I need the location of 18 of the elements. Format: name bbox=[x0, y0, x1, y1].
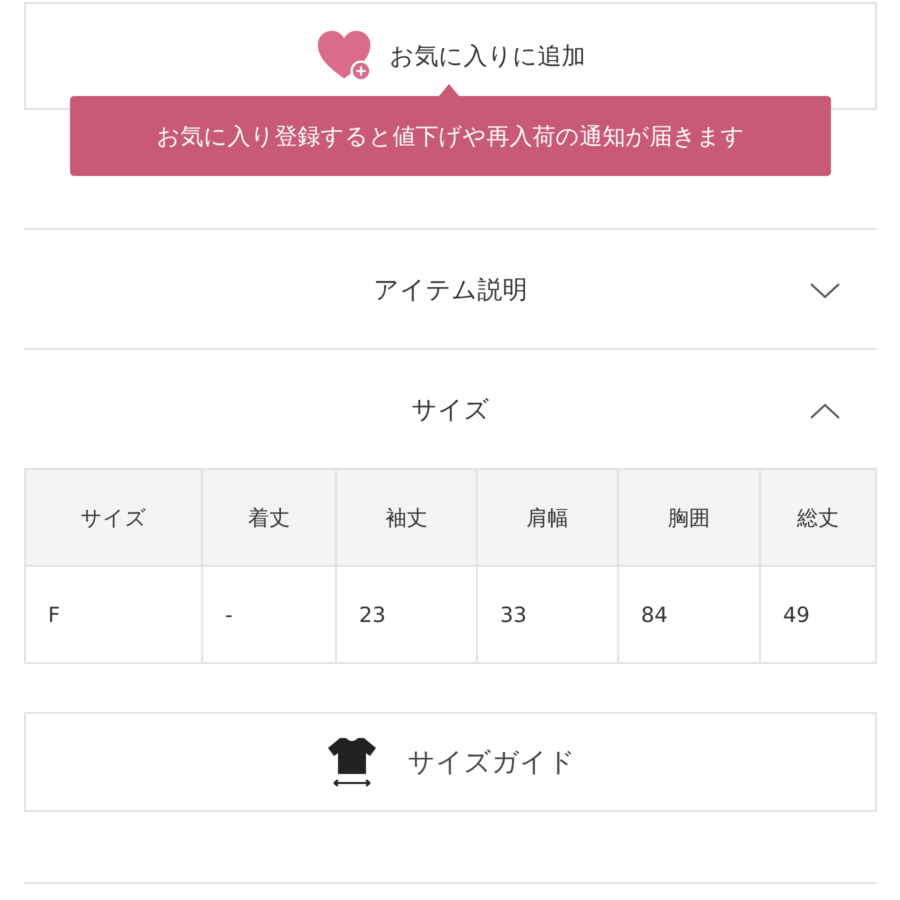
table-header-cell: 胸囲 bbox=[618, 469, 760, 566]
table-header-cell: 袖丈 bbox=[336, 469, 477, 566]
table-header-cell: 総丈 bbox=[760, 469, 876, 566]
table-cell: 49 bbox=[760, 566, 876, 663]
table-cell: 23 bbox=[336, 566, 477, 663]
table-header-cell: 着丈 bbox=[202, 469, 336, 566]
size-guide-button[interactable]: サイズガイド bbox=[24, 712, 877, 812]
accordion-header[interactable]: アイテム説明 bbox=[24, 228, 877, 348]
table-cell: F bbox=[25, 566, 202, 663]
chevron-down-icon bbox=[809, 282, 841, 300]
table-cell: 33 bbox=[477, 566, 618, 663]
table-header-cell: サイズ bbox=[25, 469, 202, 566]
t-shirt-icon bbox=[326, 736, 378, 788]
table-header-cell: 肩幅 bbox=[477, 469, 618, 566]
table-cell: 84 bbox=[618, 566, 760, 663]
tooltip: お気に入り登録すると値下げや再入荷の通知が届きます bbox=[70, 96, 831, 176]
chevron-up-icon bbox=[809, 402, 841, 420]
table-cell: - bbox=[202, 566, 336, 663]
